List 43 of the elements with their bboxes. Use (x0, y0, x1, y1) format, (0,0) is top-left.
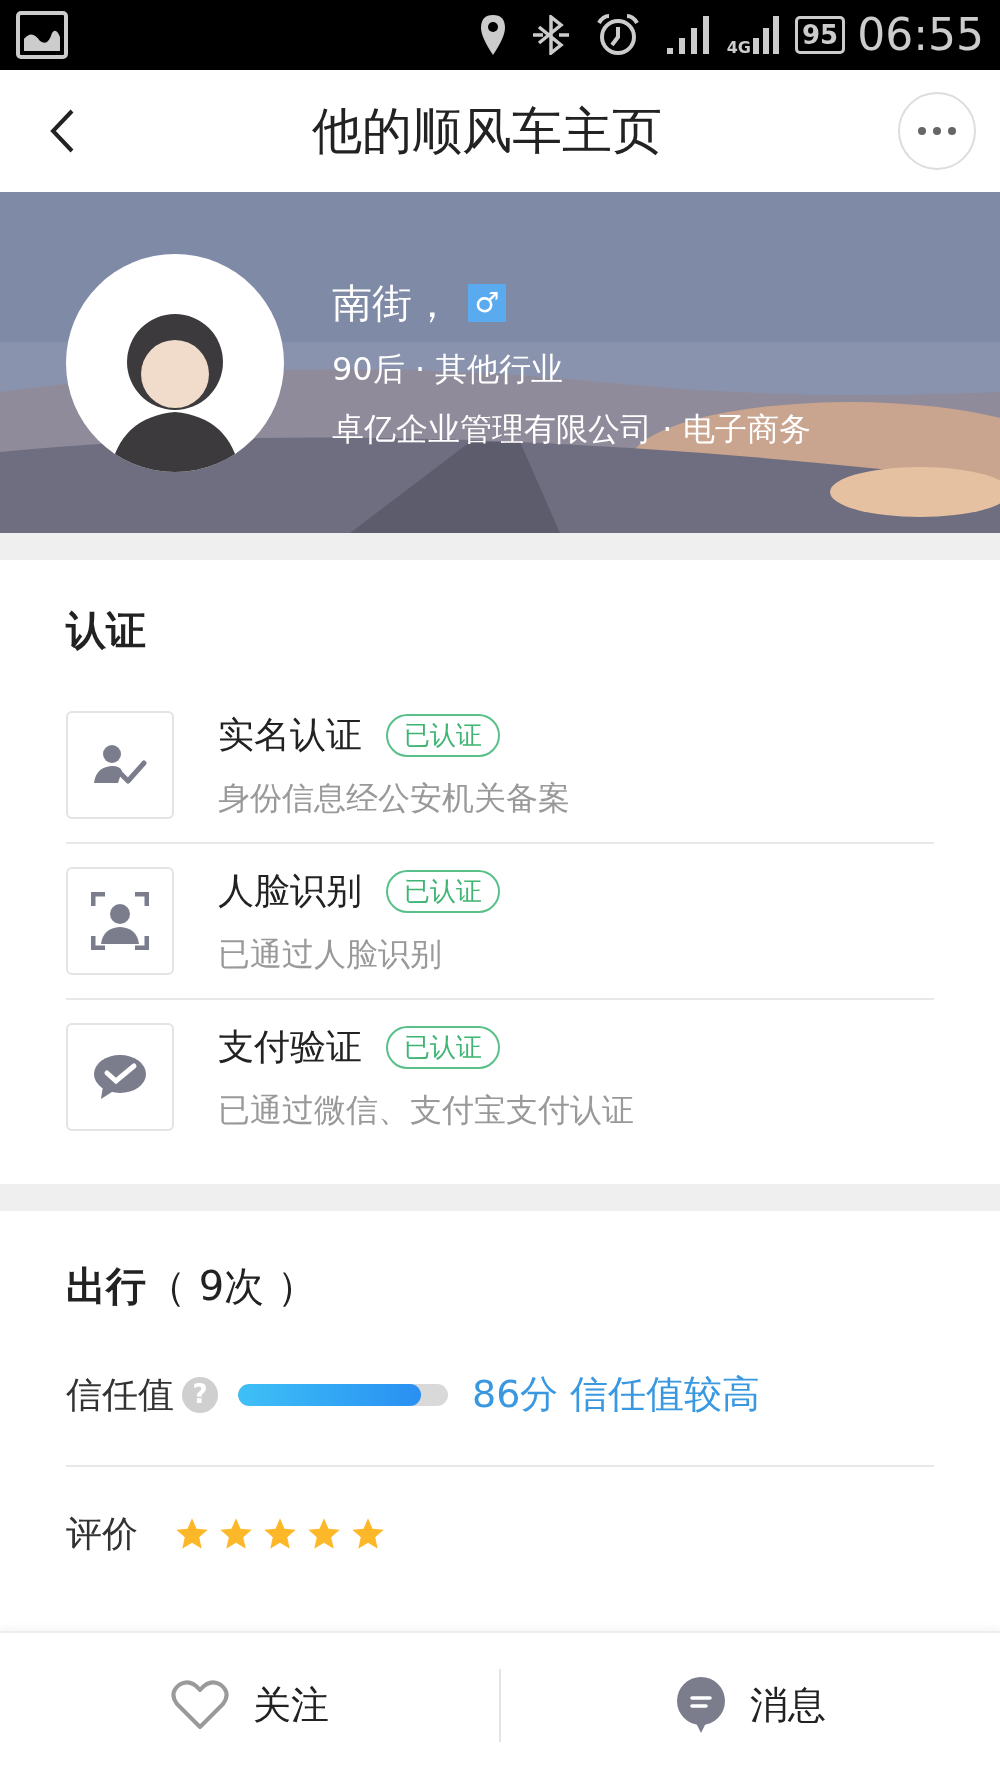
signal-icon (751, 14, 779, 56)
verification-description: 已通过人脸识别 (218, 934, 443, 975)
status-badge: 已认证 (386, 713, 500, 757)
more-button[interactable] (898, 92, 976, 170)
verification-description: 身份信息经公安机关备案 (218, 778, 570, 819)
star-icon (262, 1516, 298, 1552)
page-title: 他的顺风车主页 (312, 100, 662, 162)
trust-label: 信任值 (66, 1372, 174, 1417)
signal-icon (664, 14, 711, 56)
person-check-icon (92, 743, 148, 787)
face-scan-icon (91, 892, 149, 950)
network-label: 4G (726, 40, 751, 56)
chat-bubble-icon (675, 1677, 726, 1733)
follow-button[interactable]: 关注 (154, 1668, 345, 1742)
age-industry: 90后 · 其他行业 (332, 348, 565, 390)
clock: 06:55 (857, 13, 984, 57)
trust-reading: 86分 信任值较高 (472, 1371, 761, 1418)
more-icon (918, 127, 956, 135)
star-icon (350, 1516, 386, 1552)
section-title: 认证 (66, 606, 147, 655)
verification-title: 实名认证 (218, 713, 362, 757)
location-icon (478, 13, 507, 57)
trip-count: （ 9次 ） (146, 1262, 317, 1311)
status-badge: 已认证 (386, 869, 500, 913)
rating-label: 评价 (66, 1512, 138, 1556)
battery-indicator: 95 (795, 16, 846, 54)
star-icon (306, 1516, 342, 1552)
section-title: 出行 (66, 1262, 146, 1311)
verification-title: 支付验证 (218, 1025, 362, 1069)
chat-check-icon (93, 1054, 147, 1100)
back-icon[interactable] (48, 108, 76, 154)
status-badge: 已认证 (386, 1025, 500, 1069)
heart-icon (170, 1679, 229, 1731)
star-icon (218, 1516, 254, 1552)
user-name: 南街， (332, 278, 452, 328)
star-icon (174, 1516, 210, 1552)
verification-title: 人脸识别 (218, 869, 362, 913)
message-button[interactable]: 消息 (659, 1668, 842, 1742)
verification-description: 已通过微信、支付宝支付认证 (218, 1090, 634, 1131)
image-icon (16, 11, 68, 59)
gender-badge: ♂ (468, 283, 506, 322)
company: 卓亿企业管理有限公司 · 电子商务 (332, 408, 811, 450)
bluetooth-icon (530, 15, 571, 55)
